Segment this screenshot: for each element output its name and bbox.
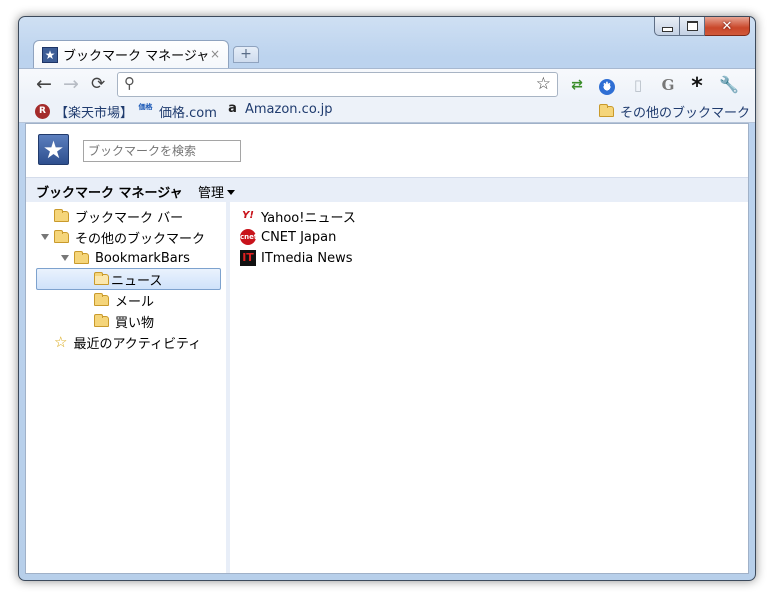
new-tab-button[interactable]: +: [233, 46, 259, 63]
list-item[interactable]: Y! Yahoo!ニュース: [240, 206, 356, 226]
address-bar[interactable]: ⚲ ☆: [117, 72, 558, 97]
folder-icon: [54, 229, 69, 243]
tree-item-shopping[interactable]: 買い物: [94, 311, 154, 331]
bookmark-star-outline-icon[interactable]: ☆: [536, 74, 551, 94]
browser-window: ✕ ★ ブックマーク マネージャ × + ← → ⟳ ⚲ ☆ ⇄ ✱ ▯ G *…: [18, 16, 756, 581]
tab-title: ブックマーク マネージャ: [63, 49, 210, 64]
wrench-menu-icon[interactable]: 🔧: [719, 75, 739, 95]
bookmark-label: 価格.com: [159, 106, 217, 121]
bookmark-search-input[interactable]: [83, 140, 241, 162]
list-item-label: CNET Japan: [261, 229, 337, 245]
page-menu-icon[interactable]: ▯: [628, 75, 648, 95]
itmedia-icon: IT: [240, 250, 256, 266]
folder-icon: [599, 104, 614, 117]
list-item[interactable]: cnet CNET Japan: [240, 227, 336, 247]
folder-icon: [54, 208, 69, 222]
list-item-label: Yahoo!ニュース: [261, 210, 356, 226]
kakaku-icon: 価格: [138, 103, 153, 111]
close-icon: ✕: [721, 18, 733, 34]
bookmarks-bar: R 【楽天市場】 価格 価格.com a Amazon.co.jp その他のブッ…: [19, 100, 755, 123]
tree-item-label: BookmarkBars: [95, 250, 190, 266]
tree-item-label: 買い物: [115, 315, 155, 331]
organize-menu-button[interactable]: 管理: [198, 182, 236, 201]
folder-icon: [94, 292, 109, 306]
open-folder-icon: [94, 271, 109, 285]
cnet-icon: cnet: [240, 229, 257, 245]
reload-icon[interactable]: ⟳: [91, 75, 105, 93]
expand-triangle-icon[interactable]: [41, 234, 49, 240]
search-icon: ⚲: [124, 74, 135, 92]
chevron-down-icon: [227, 190, 236, 195]
tree-item-recent-activity[interactable]: ☆ 最近のアクティビティ: [54, 332, 201, 352]
folder-icon: [74, 250, 89, 264]
manager-header: ブックマーク マネージャ 管理: [26, 177, 748, 202]
bookmark-label: Amazon.co.jp: [245, 102, 333, 117]
bookmark-manager-page: ★ ブックマーク マネージャ 管理 ブックマーク バー その他のブックマーク B…: [25, 123, 749, 574]
tree-item-label: ニュース: [111, 273, 163, 289]
bookmark-label: 【楽天市場】: [55, 106, 134, 121]
tree-item-news[interactable]: ニュース: [36, 268, 221, 290]
back-arrow-icon[interactable]: ←: [36, 75, 52, 94]
gear-extension-icon[interactable]: ✱: [597, 75, 617, 95]
expand-triangle-icon[interactable]: [61, 255, 69, 261]
pane-splitter[interactable]: [226, 202, 230, 573]
tree-item-other-bookmarks[interactable]: その他のブックマーク: [41, 227, 205, 247]
maximize-button[interactable]: [680, 17, 705, 36]
rakuten-icon: R: [35, 104, 50, 119]
window-caption-buttons: ✕: [654, 17, 750, 37]
bookmark-item[interactable]: a Amazon.co.jp: [225, 101, 333, 118]
tree-item-label: ブックマーク バー: [75, 210, 184, 226]
tab-bookmark-manager[interactable]: ★ ブックマーク マネージャ ×: [33, 40, 229, 68]
maximize-icon: [686, 21, 698, 31]
tree-item-label: その他のブックマーク: [75, 231, 206, 247]
forward-arrow-icon[interactable]: →: [63, 75, 79, 94]
sync-extension-icon[interactable]: ⇄: [567, 75, 587, 95]
star-icon: ☆: [54, 333, 68, 351]
bookmark-star-icon: ★: [42, 46, 58, 63]
asterisk-extension-icon[interactable]: *: [687, 75, 707, 99]
bookmark-item[interactable]: 価格 価格.com: [137, 102, 217, 122]
tree-item-bookmark-bar[interactable]: ブックマーク バー: [54, 206, 183, 226]
browser-toolbar: ← → ⟳ ⚲ ☆ ⇄ ✱ ▯ G * 🔧: [19, 68, 755, 101]
folder-tree: ブックマーク バー その他のブックマーク BookmarkBars ニュース メ…: [26, 202, 227, 573]
tree-item-label: 最近のアクティビティ: [73, 336, 202, 352]
list-item-label: ITmedia News: [261, 250, 353, 266]
amazon-icon: a: [228, 101, 237, 116]
list-item[interactable]: IT ITmedia News: [240, 248, 353, 268]
bookmark-manager-logo-icon: ★: [38, 134, 69, 165]
folder-icon: [94, 313, 109, 327]
google-extension-icon[interactable]: G: [658, 75, 678, 95]
page-title: ブックマーク マネージャ: [36, 186, 183, 201]
minimize-icon: [661, 26, 673, 32]
tab-close-icon[interactable]: ×: [210, 47, 220, 61]
other-bookmarks-button[interactable]: その他のブックマーク: [599, 102, 750, 121]
close-window-button[interactable]: ✕: [705, 17, 750, 36]
tree-item-bookmarkbars[interactable]: BookmarkBars: [61, 248, 190, 268]
other-bookmarks-label: その他のブックマーク: [620, 106, 751, 121]
tree-item-label: メール: [115, 294, 155, 310]
gear-icon: ✱: [599, 79, 615, 95]
organize-label: 管理: [198, 186, 225, 201]
yahoo-icon: Y!: [242, 210, 254, 221]
bookmark-item[interactable]: R 【楽天市場】: [35, 102, 133, 121]
minimize-button[interactable]: [654, 17, 680, 36]
tree-item-mail[interactable]: メール: [94, 290, 154, 310]
